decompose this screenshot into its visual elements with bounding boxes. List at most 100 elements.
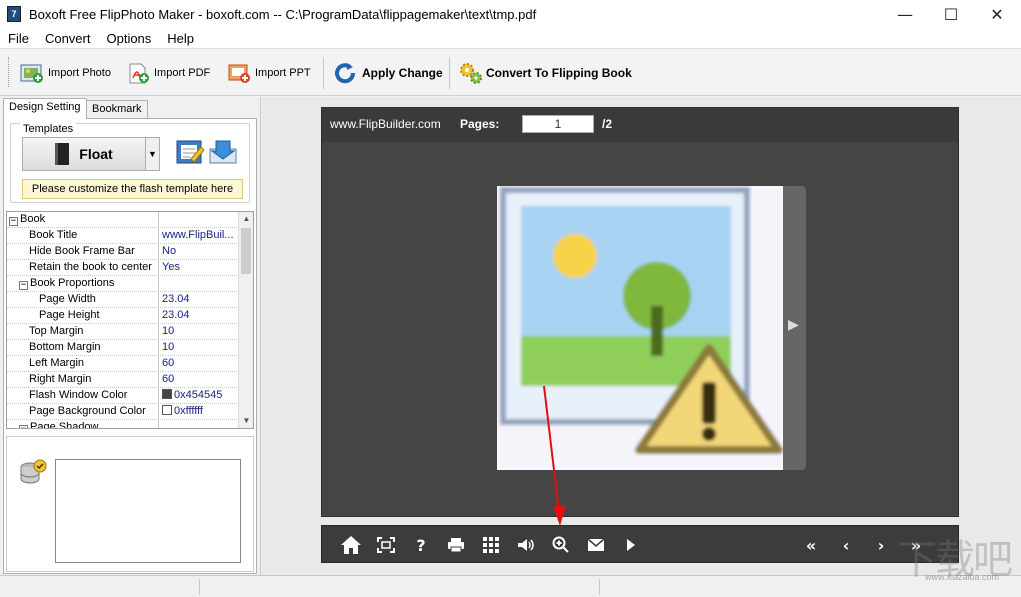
import-pdf-button[interactable]: Import PDF xyxy=(126,59,210,87)
scroll-thumb[interactable] xyxy=(241,228,251,274)
property-name-text: Top Margin xyxy=(29,325,84,337)
collapse-icon[interactable]: − xyxy=(19,425,28,428)
menu-options[interactable]: Options xyxy=(98,31,159,46)
image-placeholder-icon xyxy=(497,186,783,470)
property-name-text: Right Margin xyxy=(29,373,92,385)
property-name-text: Page Width xyxy=(39,293,96,305)
property-value[interactable]: www.FlipBuil... xyxy=(162,228,239,244)
property-value-text: 10 xyxy=(162,341,175,353)
photo-icon xyxy=(20,62,44,84)
property-name: Left Margin xyxy=(7,356,159,372)
property-name: Book Title xyxy=(7,228,159,244)
customize-note[interactable]: Please customize the flash template here xyxy=(22,179,243,199)
scroll-up-icon[interactable]: ▲ xyxy=(239,212,253,226)
next-page-arrow-icon[interactable]: ▶ xyxy=(788,316,799,333)
property-row[interactable]: Book Title www.FlipBuil... xyxy=(7,228,239,244)
property-name-text: Hide Book Frame Bar xyxy=(29,245,135,257)
property-row[interactable]: Right Margin 60 xyxy=(7,372,239,388)
first-page-icon[interactable]: « xyxy=(800,534,822,556)
property-value[interactable]: 23.04 xyxy=(162,308,239,324)
property-name: Retain the book to center xyxy=(7,260,159,276)
print-icon[interactable] xyxy=(445,534,467,556)
property-grid-scrollbar[interactable]: ▲ ▼ xyxy=(238,212,253,428)
property-value-text: Yes xyxy=(162,261,180,273)
edit-template-icon[interactable] xyxy=(175,137,205,167)
sound-icon[interactable] xyxy=(515,534,537,556)
toolbar-grip[interactable] xyxy=(8,57,11,87)
property-name: − Book xyxy=(7,212,159,228)
color-swatch[interactable] xyxy=(162,389,172,399)
zoom-in-icon[interactable] xyxy=(550,534,572,556)
property-value[interactable]: 23.04 xyxy=(162,292,239,308)
previous-page-icon[interactable]: ‹ xyxy=(835,534,857,556)
property-name: Page Height xyxy=(7,308,159,324)
menu-file[interactable]: File xyxy=(0,31,37,46)
property-row[interactable]: Hide Book Frame Bar No xyxy=(7,244,239,260)
templates-label: Templates xyxy=(20,123,77,135)
maximize-button[interactable]: ☐ xyxy=(928,0,974,28)
property-row[interactable]: Retain the book to center Yes xyxy=(7,260,239,276)
template-select[interactable]: Float xyxy=(22,137,146,171)
collapse-icon[interactable]: − xyxy=(19,281,28,290)
page-number-input[interactable]: 1 xyxy=(522,115,594,133)
menu-bar: File Convert Options Help xyxy=(0,28,1021,48)
property-value-text: 10 xyxy=(162,325,175,337)
property-row[interactable]: Bottom Margin 10 xyxy=(7,340,239,356)
property-row[interactable]: Top Margin 10 xyxy=(7,324,239,340)
fit-screen-icon[interactable] xyxy=(375,534,397,556)
property-name-text: Page Background Color xyxy=(29,405,146,417)
save-template-icon[interactable] xyxy=(208,137,238,167)
property-value[interactable]: 0xffffff xyxy=(162,404,239,420)
property-row[interactable]: Page Width 23.04 xyxy=(7,292,239,308)
scroll-down-icon[interactable]: ▼ xyxy=(239,414,253,428)
tab-design-setting[interactable]: Design Setting xyxy=(3,98,87,119)
page-total: /2 xyxy=(602,117,613,131)
template-preview xyxy=(55,459,241,563)
property-value[interactable]: Yes xyxy=(162,260,239,276)
menu-convert[interactable]: Convert xyxy=(37,31,99,46)
email-icon[interactable] xyxy=(585,534,607,556)
property-name-text: Page Shadow xyxy=(30,421,99,429)
property-value[interactable]: 10 xyxy=(162,340,239,356)
tab-bookmark[interactable]: Bookmark xyxy=(86,100,148,119)
template-dropdown-button[interactable]: ▼ xyxy=(146,137,160,171)
property-row[interactable]: Left Margin 60 xyxy=(7,356,239,372)
help-icon[interactable]: ? xyxy=(410,534,432,556)
property-name-text: Flash Window Color xyxy=(29,389,128,401)
import-photo-button[interactable]: Import Photo xyxy=(20,59,111,87)
collapse-icon[interactable]: − xyxy=(9,217,18,226)
minimize-button[interactable]: — xyxy=(882,0,928,28)
template-selected: Float xyxy=(79,146,113,162)
property-name-text: Book xyxy=(20,213,46,225)
autoplay-icon[interactable] xyxy=(620,534,642,556)
property-row[interactable]: Page Background Color 0xffffff xyxy=(7,404,239,420)
next-page-icon[interactable]: › xyxy=(870,534,892,556)
convert-button[interactable]: Convert To Flipping Book xyxy=(458,59,632,87)
book-page[interactable] xyxy=(497,186,783,470)
property-value[interactable] xyxy=(162,420,239,428)
refresh-icon xyxy=(334,62,358,84)
site-link[interactable]: www.FlipBuilder.com xyxy=(330,117,441,131)
home-icon[interactable] xyxy=(340,534,362,556)
menu-help[interactable]: Help xyxy=(159,31,202,46)
property-row[interactable]: − Book xyxy=(7,212,239,228)
property-value[interactable]: 60 xyxy=(162,372,239,388)
property-row[interactable]: − Page Shadow xyxy=(7,420,239,429)
status-pane xyxy=(0,579,200,595)
property-value[interactable]: 0x454545 xyxy=(162,388,239,404)
property-value[interactable]: No xyxy=(162,244,239,260)
property-value[interactable] xyxy=(162,276,239,292)
color-swatch[interactable] xyxy=(162,405,172,415)
property-row[interactable]: Flash Window Color 0x454545 xyxy=(7,388,239,404)
property-row[interactable]: − Book Proportions xyxy=(7,276,239,292)
property-value-text: 0xffffff xyxy=(174,405,203,417)
apply-change-button[interactable]: Apply Change xyxy=(334,59,443,87)
property-row[interactable]: Page Height 23.04 xyxy=(7,308,239,324)
property-name-text: Left Margin xyxy=(29,357,85,369)
property-value[interactable]: 10 xyxy=(162,324,239,340)
property-value[interactable]: 60 xyxy=(162,356,239,372)
close-button[interactable]: ✕ xyxy=(974,0,1020,28)
import-ppt-button[interactable]: Import PPT xyxy=(227,59,311,87)
thumbnails-icon[interactable] xyxy=(480,534,502,556)
property-value[interactable] xyxy=(162,212,239,228)
